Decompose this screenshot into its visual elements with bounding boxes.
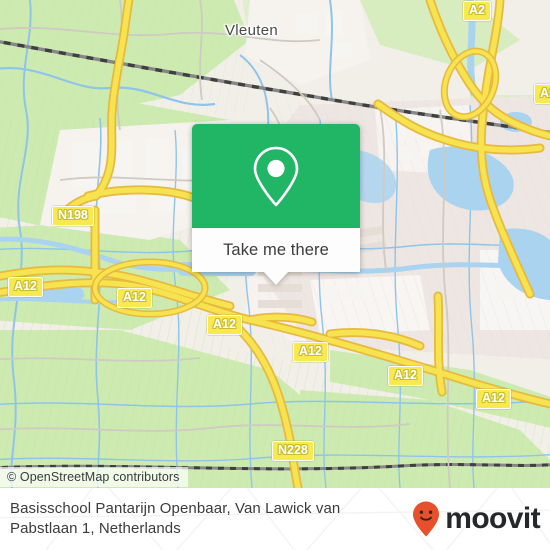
- road-shield-a12-5: A12: [388, 366, 423, 386]
- road-shield-n198: N198: [52, 206, 94, 226]
- moovit-brand[interactable]: moovit: [411, 488, 541, 550]
- map-pin-icon: [253, 146, 299, 207]
- road-shield-a12-4: A12: [293, 342, 328, 362]
- osm-attribution[interactable]: © OpenStreetMap contributors: [0, 467, 188, 487]
- road-shield-a12-2: A12: [117, 288, 152, 308]
- location-address: Basisschool Pantarijn Openbaar, Van Lawi…: [10, 500, 341, 537]
- footer-bar: Basisschool Pantarijn Openbaar, Van Lawi…: [0, 488, 550, 550]
- callout-action-panel[interactable]: Take me there: [192, 228, 360, 285]
- callout-icon-panel: [192, 124, 360, 228]
- moovit-smiley-pin-icon: [413, 501, 440, 537]
- road-shield-a2-north: A2: [463, 1, 491, 21]
- road-shield-a12-6: A12: [476, 389, 511, 409]
- place-label-vleuten: Vleuten: [225, 22, 278, 39]
- road-shield-a12-1: A12: [8, 277, 43, 297]
- take-me-there-label: Take me there: [223, 240, 329, 259]
- road-shield-n228: N228: [272, 441, 314, 461]
- road-shield-a12-3: A12: [207, 315, 242, 335]
- callout-pointer-tail: [263, 271, 289, 285]
- moovit-wordmark: moovit: [445, 502, 540, 535]
- moovit-location-card: Vleuten A2 A2 N198 A12 A12 A12 A12 A12 A…: [0, 0, 550, 550]
- location-callout[interactable]: Take me there: [192, 124, 360, 285]
- road-shield-a2-east: A2: [534, 84, 550, 104]
